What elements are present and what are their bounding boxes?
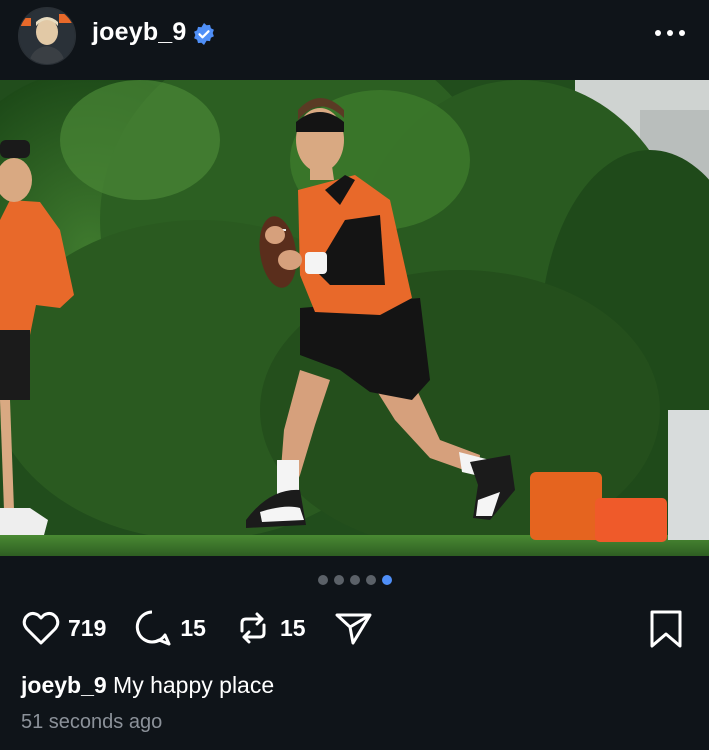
like-button[interactable]: 719 [20, 607, 106, 649]
post-header: joeyb_9 [0, 0, 709, 80]
repost-button[interactable]: 15 [232, 607, 306, 649]
send-icon [335, 613, 372, 645]
bookmark-icon[interactable] [647, 608, 685, 650]
comment-bubble-icon [136, 610, 171, 646]
carousel-dot[interactable] [317, 575, 328, 585]
repost-arrows-icon [240, 612, 266, 644]
verified-badge-icon [194, 23, 214, 45]
caption-text: My happy place [113, 672, 275, 698]
post-caption: joeyb_9 My happy place [21, 672, 274, 699]
heart-icon [22, 611, 60, 645]
more-horizontal-icon[interactable] [653, 26, 687, 40]
carousel-dot-active[interactable] [381, 575, 392, 585]
share-button[interactable] [332, 607, 374, 649]
post-image[interactable] [0, 80, 709, 556]
comment-count: 15 [180, 614, 206, 641]
carousel-dot[interactable] [365, 575, 376, 585]
carousel-indicator [0, 575, 709, 585]
comment-button[interactable]: 15 [132, 607, 206, 649]
action-bar: 719 15 15 [20, 606, 400, 650]
like-count: 719 [68, 614, 107, 641]
caption-username[interactable]: joeyb_9 [21, 672, 107, 698]
avatar[interactable] [18, 7, 76, 65]
post-username[interactable]: joeyb_9 [92, 18, 187, 47]
carousel-dot[interactable] [333, 575, 344, 585]
post-timestamp: 51 seconds ago [21, 711, 163, 733]
repost-count: 15 [279, 614, 306, 641]
carousel-dot[interactable] [349, 575, 360, 585]
